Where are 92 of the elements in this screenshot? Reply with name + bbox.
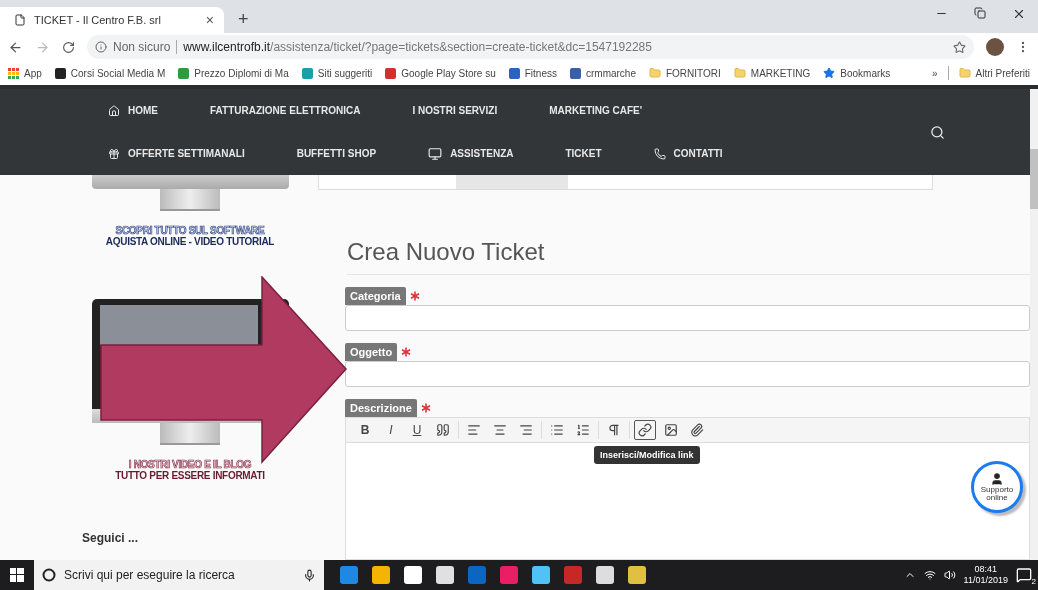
text-input-field[interactable]	[345, 305, 1030, 331]
format-button[interactable]: B	[354, 420, 376, 440]
speaker-icon[interactable]	[943, 569, 956, 581]
back-icon[interactable]	[8, 39, 23, 55]
align-center-icon	[493, 423, 507, 437]
link-icon	[638, 423, 652, 437]
bookmark-star-icon[interactable]	[953, 40, 966, 54]
align-right-icon	[519, 423, 533, 437]
required-asterisk-icon	[401, 347, 412, 357]
gift-icon	[108, 147, 120, 160]
bookmark-link[interactable]: Siti suggeriti	[317, 67, 373, 79]
bookmark-link[interactable]: MARKETING	[750, 67, 811, 79]
person-icon	[990, 472, 1004, 486]
bullet-list-icon	[550, 423, 564, 437]
field-label: Descrizione	[345, 399, 417, 417]
cortana-circle-icon	[42, 568, 56, 582]
folder-icon	[958, 67, 971, 79]
nav-link[interactable]: FATTURAZIONE ELETTRONICA	[210, 105, 361, 116]
bookmark-link[interactable]: crmmarche	[585, 67, 636, 79]
numbered-list-icon	[576, 423, 590, 437]
nav-link[interactable]: I NOSTRI SERVIZI	[412, 105, 498, 116]
pilcrow-icon	[607, 423, 621, 437]
nav-link[interactable]: BUFFETTI SHOP	[296, 148, 377, 159]
format-button[interactable]: I	[380, 420, 402, 440]
required-asterisk-icon	[409, 291, 420, 301]
wifi-icon[interactable]	[923, 569, 936, 581]
monitor-icon	[428, 146, 443, 161]
nav-link[interactable]: MARKETING CAFE'	[549, 105, 643, 116]
phone-icon	[653, 147, 666, 160]
bookmark-link[interactable]: Corsi Social Media M	[70, 67, 166, 79]
format-button[interactable]	[634, 420, 656, 440]
bookmark-link[interactable]: Google Play Store su	[401, 67, 496, 79]
reload-icon[interactable]	[62, 40, 75, 54]
nav-link[interactable]: TICKET	[565, 148, 602, 159]
field-label: Categoria	[345, 287, 406, 305]
bookmark-link[interactable]: Fitness	[524, 67, 557, 79]
video-placeholder[interactable]	[99, 305, 258, 345]
support-label: Supporto	[980, 486, 1014, 494]
monitor-stand-drawing	[160, 423, 220, 445]
quote-icon	[436, 423, 450, 437]
apps-grid-icon	[8, 67, 19, 79]
nav-link[interactable]: ASSISTENZA	[428, 146, 514, 161]
bookmarks-overflow-button[interactable]: »	[932, 67, 938, 79]
required-asterisk-icon	[420, 403, 431, 413]
star-icon	[823, 67, 836, 79]
format-button[interactable]: U	[406, 420, 428, 440]
nav-link[interactable]: HOME	[108, 104, 158, 117]
field-label: Oggetto	[345, 343, 398, 361]
microphone-icon[interactable]	[303, 568, 316, 582]
taskbar-search-field[interactable]: Scrivi qui per eseguire la ricerca	[34, 560, 324, 590]
link-tooltip: Inserisci/Modifica link	[594, 446, 700, 464]
nav-link[interactable]: OFFERTE SETTIMANALI	[108, 147, 245, 160]
search-icon[interactable]	[930, 124, 945, 140]
page-icon	[14, 14, 26, 26]
address-bar[interactable]: Non sicuro www.ilcentrofb.it/assistenza/ticket/?page=tickets&section=create-ticket&dc=1547192285	[87, 35, 974, 59]
follow-heading: Seguici ...	[82, 531, 138, 545]
nav-link[interactable]: CONTATTI	[653, 147, 723, 160]
banner-caption: I NOSTRI VIDEO E IL BLOG	[128, 459, 252, 470]
paperclip-icon	[690, 423, 704, 437]
notification-icon[interactable]	[1016, 567, 1032, 583]
bookmark-link[interactable]: FORNITORI	[666, 67, 721, 79]
notification-count: 2	[1031, 577, 1036, 586]
bookmark-link[interactable]: Bookmarks	[840, 67, 891, 79]
tab-title: TICKET - Il Centro F.B. srl	[34, 14, 162, 26]
monitor-stand-drawing	[160, 189, 220, 211]
banner-caption: AQUISTA ONLINE - VIDEO TUTORIAL	[105, 236, 275, 247]
banner-caption: SCOPRI TUTTO SUL SOFTWARE	[115, 225, 265, 236]
tab-close-button[interactable]: ×	[205, 12, 214, 28]
support-label: online	[986, 494, 1008, 502]
folder-icon	[649, 67, 661, 79]
info-icon	[95, 41, 107, 53]
clock[interactable]: 08:41 11/01/2019	[963, 564, 1008, 586]
windows-logo-icon[interactable]	[10, 568, 24, 582]
restore-icon[interactable]	[974, 6, 986, 19]
banner-caption: TUTTO PER ESSERE INFORMATI	[115, 470, 265, 481]
home-icon	[108, 104, 120, 117]
scrollbar[interactable]	[1030, 89, 1038, 560]
bookmark-link[interactable]: Altri Preferiti	[975, 67, 1030, 79]
support-chat-button[interactable]: Supporto online	[971, 461, 1023, 513]
profile-avatar[interactable]	[986, 38, 1004, 56]
image-icon	[664, 423, 678, 437]
url-text: www.ilcentrofb.it/assistenza/ticket/?page=tickets&section=create-ticket&dc=1547192285	[183, 40, 653, 54]
bookmark-link[interactable]: Prezzo Diplomi di Ma	[194, 67, 289, 79]
page-title: Crea Nuovo Ticket	[347, 238, 1030, 275]
bookmark-link[interactable]: App	[24, 67, 42, 79]
text-input-field[interactable]	[345, 361, 1030, 387]
new-tab-button[interactable]: +	[238, 9, 249, 30]
security-label: Non sicuro	[113, 40, 171, 54]
browser-tab[interactable]: TICKET - Il Centro F.B. srl ×	[0, 7, 224, 33]
search-placeholder: Scrivi qui per eseguire la ricerca	[64, 568, 236, 582]
folder-icon	[733, 67, 746, 79]
align-left-icon	[467, 423, 481, 437]
